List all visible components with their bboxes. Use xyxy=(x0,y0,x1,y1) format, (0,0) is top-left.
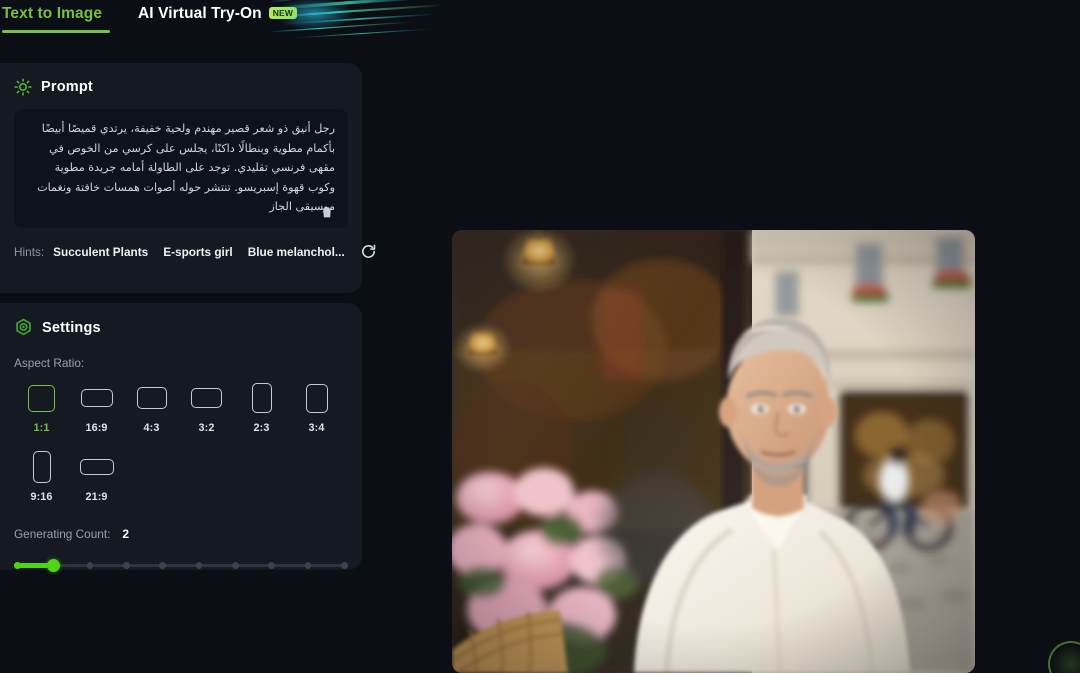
slider-tick-1[interactable] xyxy=(14,562,21,569)
aspect-ratio-label-text: 4:3 xyxy=(143,422,160,434)
aspect-ratio-option-3-2[interactable]: 3:2 xyxy=(179,381,234,434)
trash-icon xyxy=(321,206,333,217)
prompt-panel-title: Prompt xyxy=(41,79,93,95)
app-root: Text to Image AI Virtual Try-On NEW Prom… xyxy=(0,0,1080,673)
aspect-ratio-label-text: 21:9 xyxy=(85,491,108,503)
hints-row: Hints: Succulent Plants E-sports girl Bl… xyxy=(0,228,375,260)
prompt-panel-header: Prompt xyxy=(0,63,362,96)
tab-ai-virtual-try-on[interactable]: AI Virtual Try-On NEW xyxy=(138,0,298,23)
aspect-ratio-label-text: 3:4 xyxy=(308,422,325,434)
settings-panel: Settings Aspect Ratio: 1:1 16:9 4:3 3:2 2:3 3… xyxy=(0,303,362,572)
aspect-ratio-label-text: 16:9 xyxy=(85,422,108,434)
slider-tick-6[interactable] xyxy=(195,562,203,569)
aspect-ratio-shape xyxy=(32,451,51,483)
aspect-ratio-label-text: 1:1 xyxy=(33,422,50,434)
prompt-panel: Prompt رجل أنيق ذو شعر قصير مهندم ولحية … xyxy=(0,63,375,293)
aspect-ratio-option-2-3[interactable]: 2:3 xyxy=(234,381,289,434)
aspect-ratio-row-2: 9:16 21:9 xyxy=(0,450,362,503)
tab-text-to-image-label: Text to Image xyxy=(2,5,103,22)
tab-text-to-image[interactable]: Text to Image xyxy=(2,0,110,33)
generating-count-row: Generating Count: 2 xyxy=(0,503,362,541)
aspect-ratio-option-21-9[interactable]: 21:9 xyxy=(69,450,124,503)
settings-panel-header: Settings xyxy=(0,303,362,337)
aspect-ratio-shape xyxy=(191,388,222,408)
prompt-input-container[interactable]: رجل أنيق ذو شعر قصير مهندم ولحية خفيفة، … xyxy=(14,109,348,228)
aspect-ratio-row-1: 1:1 16:9 4:3 3:2 2:3 3:4 xyxy=(0,381,362,434)
aspect-ratio-shape xyxy=(79,459,114,475)
new-badge: NEW xyxy=(268,7,298,19)
aspect-ratio-label-text: 2:3 xyxy=(253,422,270,434)
aspect-ratio-shape-wrap xyxy=(305,381,328,415)
aspect-ratio-label-text: 3:2 xyxy=(198,422,215,434)
generating-count-slider[interactable] xyxy=(14,558,348,572)
aspect-ratio-shape-wrap xyxy=(191,381,222,415)
aspect-ratio-label-text: 9:16 xyxy=(30,491,53,503)
generated-image-preview[interactable] xyxy=(452,230,975,673)
refresh-icon[interactable] xyxy=(360,243,377,260)
aspect-ratio-shape-wrap xyxy=(32,450,51,484)
slider-tick-7[interactable] xyxy=(232,562,239,569)
aspect-ratio-shape xyxy=(305,383,328,413)
aspect-ratio-option-9-16[interactable]: 9:16 xyxy=(14,450,69,503)
aspect-ratio-option-3-4[interactable]: 3:4 xyxy=(289,381,344,434)
hint-chip-1[interactable]: Succulent Plants xyxy=(53,245,148,259)
aspect-ratio-shape-wrap xyxy=(136,381,167,415)
hint-chip-3[interactable]: Blue melanchol... xyxy=(248,245,345,259)
generated-image xyxy=(452,230,975,673)
settings-panel-title: Settings xyxy=(42,319,101,336)
hint-chip-2[interactable]: E-sports girl xyxy=(163,245,232,259)
slider-tick-4[interactable] xyxy=(123,562,130,569)
aspect-ratio-option-16-9[interactable]: 16:9 xyxy=(69,381,124,434)
aspect-ratio-shape xyxy=(28,384,55,412)
aspect-ratio-shape-wrap xyxy=(79,450,114,484)
aspect-ratio-shape-wrap xyxy=(28,381,55,415)
hexagon-settings-icon xyxy=(16,318,31,336)
generating-count-label: Generating Count: xyxy=(14,527,111,541)
slider-tick-8[interactable] xyxy=(268,562,275,569)
clear-prompt-button[interactable] xyxy=(317,202,337,222)
slider-tick-5[interactable] xyxy=(159,562,166,569)
aspect-ratio-shape xyxy=(136,387,167,409)
slider-tick-9[interactable] xyxy=(304,562,312,569)
prompt-input[interactable]: رجل أنيق ذو شعر قصير مهندم ولحية خفيفة، … xyxy=(27,119,335,217)
aspect-ratio-option-1-1[interactable]: 1:1 xyxy=(14,381,69,434)
sun-brightness-icon xyxy=(14,78,32,96)
hints-label: Hints: xyxy=(14,244,45,259)
slider-track[interactable] xyxy=(14,564,348,567)
aspect-ratio-option-4-3[interactable]: 4:3 xyxy=(124,381,179,434)
aspect-ratio-label: Aspect Ratio: xyxy=(14,356,85,370)
aspect-ratio-shape-wrap xyxy=(80,381,113,415)
slider-tick-10[interactable] xyxy=(341,562,348,569)
top-tab-bar: Text to Image AI Virtual Try-On NEW xyxy=(0,0,1080,42)
slider-tick-3[interactable] xyxy=(86,562,94,569)
slider-knob[interactable] xyxy=(47,559,61,572)
aspect-ratio-shape xyxy=(251,383,272,413)
aspect-ratio-shape-wrap xyxy=(251,381,272,415)
tab-ai-virtual-try-on-label: AI Virtual Try-On xyxy=(138,5,262,22)
tab-active-underline xyxy=(2,30,110,33)
corner-accent-orb xyxy=(1048,641,1080,673)
aspect-ratio-shape xyxy=(80,389,113,407)
generating-count-value: 2 xyxy=(122,527,130,541)
